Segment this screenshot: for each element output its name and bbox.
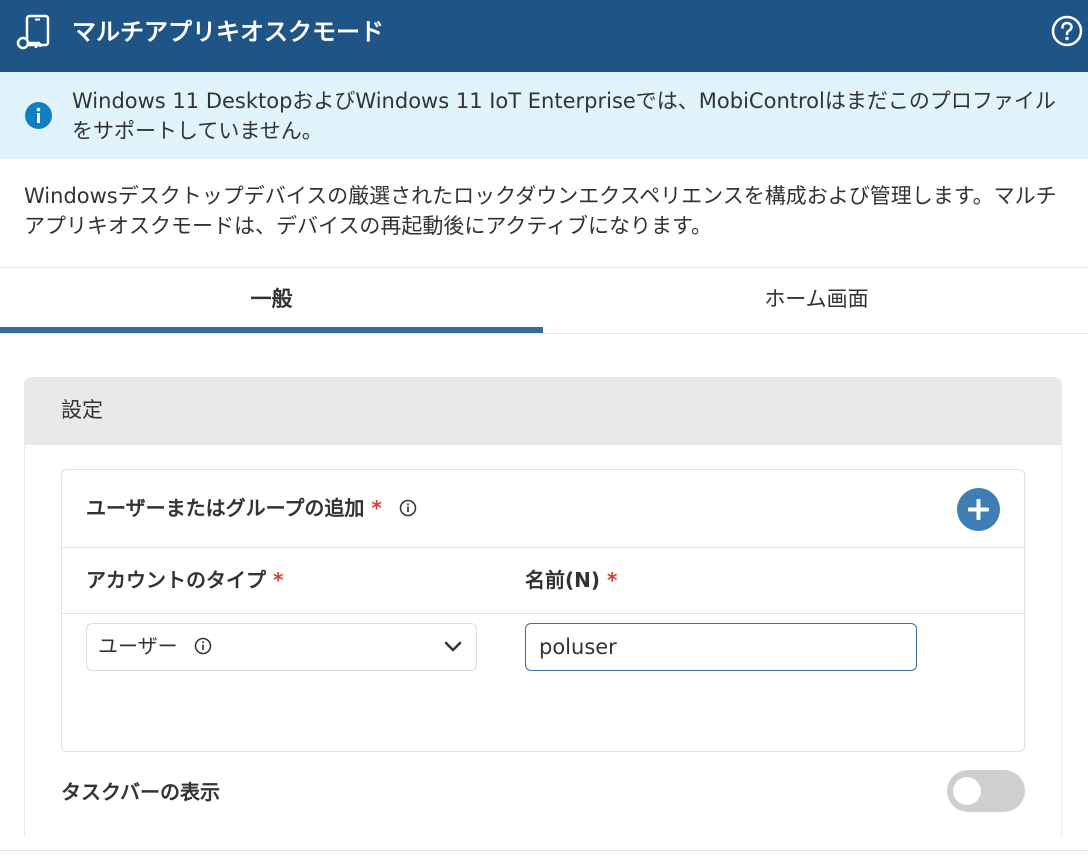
divider [62, 613, 1024, 614]
tab-bar: 一般 ホーム画面 [0, 267, 1088, 334]
account-type-select-value: ユーザー [98, 632, 212, 660]
required-mark: * [272, 568, 284, 592]
kiosk-device-key-icon [16, 14, 50, 50]
profile-description: Windowsデスクトップデバイスの厳選されたロックダウンエクスペリエンスを構成… [24, 184, 1057, 238]
add-user-button[interactable] [957, 488, 1000, 531]
account-type-column-header: アカウントのタイプ * [86, 566, 283, 594]
info-banner-text: Windows 11 DesktopおよびWindows 11 IoT Ente… [72, 89, 1056, 143]
user-group-title-text: ユーザーまたはグループの追加 [86, 496, 365, 520]
info-tooltip-icon[interactable] [399, 499, 417, 517]
page-title: マルチアプリキオスクモード [72, 18, 384, 46]
user-group-section-title: ユーザーまたはグループの追加 * [86, 494, 417, 522]
plus-circle-icon [968, 499, 989, 520]
name-header-text: 名前(N) [525, 568, 601, 592]
account-type-value-text: ユーザー [98, 634, 178, 658]
tab-home-screen[interactable]: ホーム画面 [545, 268, 1088, 334]
divider [0, 850, 1088, 851]
tab-general[interactable]: 一般 [0, 268, 543, 334]
account-type-header-text: アカウントのタイプ [86, 568, 266, 592]
info-icon [25, 102, 52, 129]
toggle-knob [953, 777, 981, 805]
settings-header [24, 377, 1062, 445]
required-mark: * [607, 568, 618, 592]
info-tooltip-icon[interactable] [194, 637, 212, 655]
taskbar-display-toggle[interactable] [947, 770, 1025, 812]
chevron-down-icon[interactable] [443, 638, 463, 656]
settings-title: 設定 [61, 398, 103, 422]
name-column-header: 名前(N) * [525, 566, 617, 594]
required-mark: * [371, 496, 382, 520]
taskbar-display-label: タスクバーの表示 [61, 780, 220, 804]
divider [62, 547, 1024, 548]
active-tab-indicator [0, 327, 543, 333]
name-input[interactable] [525, 623, 917, 671]
question-circle-icon[interactable] [1051, 15, 1083, 47]
